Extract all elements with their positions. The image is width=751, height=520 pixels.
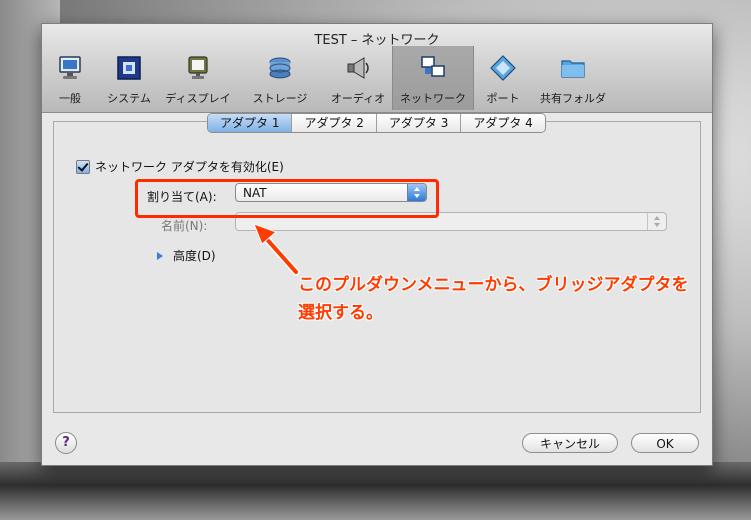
- toolbar-item-shared-folders[interactable]: 共有フォルダ: [534, 46, 612, 110]
- adapter-tabs: アダプタ 1 アダプタ 2 アダプタ 3 アダプタ 4: [207, 113, 546, 133]
- titlebar: TEST – ネットワーク 一般 システム ディスプレイ ストレージ オーディオ…: [42, 24, 712, 113]
- tab-adapter-3[interactable]: アダプタ 3: [376, 114, 462, 132]
- toolbar-item-system[interactable]: システム: [98, 46, 160, 110]
- enable-adapter-row: ネットワーク アダプタを有効化(E): [76, 158, 284, 175]
- highlight-box: [135, 179, 439, 218]
- help-button[interactable]: ?: [55, 432, 77, 454]
- tab-adapter-1[interactable]: アダプタ 1: [208, 114, 293, 132]
- advanced-disclosure[interactable]: 高度(D): [157, 247, 216, 264]
- toolbar-item-display[interactable]: ディスプレイ: [160, 46, 236, 110]
- annotation-line-1: このプルダウンメニューから、ブリッジアダプタを: [298, 275, 689, 295]
- disk-icon: [269, 57, 291, 79]
- port-icon: [490, 55, 516, 81]
- cancel-button[interactable]: キャンセル: [522, 433, 618, 453]
- enable-adapter-label: ネットワーク アダプタを有効化(E): [95, 160, 284, 174]
- monitor-icon: [59, 56, 81, 79]
- folder-icon: [561, 60, 585, 78]
- toolbar: 一般 システム ディスプレイ ストレージ オーディオ ネットワーク ポート 共有…: [42, 46, 712, 110]
- toolbar-item-general[interactable]: 一般: [42, 46, 98, 110]
- toolbar-item-network[interactable]: ネットワーク: [392, 46, 474, 110]
- annotation-line-2: 選択する。: [298, 303, 383, 323]
- tab-adapter-4[interactable]: アダプタ 4: [461, 114, 545, 132]
- settings-window: TEST – ネットワーク 一般 システム ディスプレイ ストレージ オーディオ…: [41, 23, 713, 466]
- chip-icon: [117, 56, 141, 80]
- tab-adapter-2[interactable]: アダプタ 2: [292, 114, 377, 132]
- display-icon: [188, 56, 208, 79]
- network-panel: アダプタ 1 アダプタ 2 アダプタ 3 アダプタ 4 ネットワーク アダプタを…: [53, 113, 701, 413]
- toolbar-item-ports[interactable]: ポート: [472, 46, 534, 110]
- speaker-icon: [347, 57, 369, 79]
- disclosure-triangle-icon: [157, 251, 163, 260]
- toolbar-item-storage[interactable]: ストレージ: [236, 46, 324, 110]
- updown-arrows-disabled-icon: [647, 213, 666, 230]
- annotation-text: このプルダウンメニューから、ブリッジアダプタを 選択する。: [298, 271, 738, 327]
- advanced-label: 高度(D): [173, 249, 216, 263]
- enable-adapter-checkbox[interactable]: [76, 159, 90, 174]
- network-icon: [421, 56, 445, 77]
- toolbar-item-audio[interactable]: オーディオ: [324, 46, 392, 110]
- ok-button[interactable]: OK: [631, 433, 699, 453]
- background-photo-bottom: [0, 462, 751, 520]
- name-label: 名前(N):: [161, 219, 208, 233]
